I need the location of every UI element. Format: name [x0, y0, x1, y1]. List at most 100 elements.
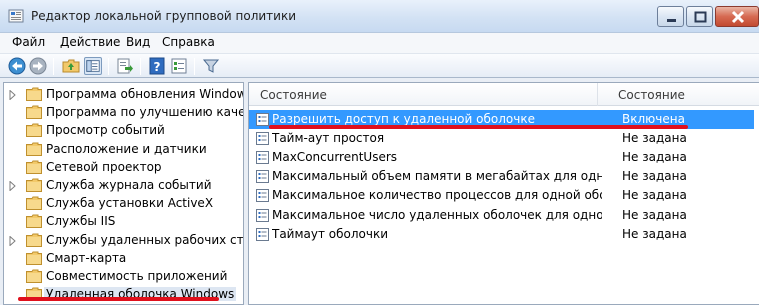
filter-icon[interactable]: [202, 57, 220, 75]
tree-item-label: Службы удаленных рабочих стол: [46, 232, 244, 247]
minimize-icon: [667, 19, 676, 22]
tree-item-label: Программа по улучшению каче: [46, 105, 244, 120]
group-policy-app-icon: [8, 9, 24, 23]
tree-item[interactable]: Удаленная оболочка Windows: [4, 284, 243, 304]
tree-item-label: Программа обновления Windows: [46, 87, 244, 101]
folder-icon: [26, 178, 42, 192]
menu-file[interactable]: Файл: [12, 35, 45, 49]
menu-help[interactable]: Справка: [162, 35, 215, 49]
tree-item-label: Смарт-карта: [46, 250, 127, 265]
tree-pane: Программа обновления Windows Программа по…: [3, 82, 244, 305]
expand-arrow-icon[interactable]: [9, 234, 17, 247]
folder-icon: [26, 233, 42, 247]
maximize-button[interactable]: [686, 6, 713, 27]
export-list-icon[interactable]: [116, 57, 134, 75]
tree-item-label: Службы IIS: [46, 214, 116, 229]
tree-item-label: Расположение и датчики: [46, 141, 207, 156]
folder-icon: [26, 87, 42, 101]
policy-state: Не задана: [622, 188, 687, 203]
policy-name: Максимальное количество процессов для од…: [272, 188, 602, 203]
policy-name: Разрешить доступ к удаленной оболочке: [272, 112, 535, 126]
toolbar-separator: [108, 58, 109, 75]
tree-item-label: Служба установки ActiveX: [46, 196, 214, 211]
tree-item[interactable]: Расположение и датчики: [4, 139, 243, 159]
show-hide-tree-icon[interactable]: [84, 57, 102, 75]
window-title: Редактор локальной групповой политики: [31, 9, 297, 23]
toolbar: ?: [0, 53, 759, 78]
folder-icon: [26, 269, 42, 283]
policy-row[interactable]: Максимальное число удаленных оболочек дл…: [249, 206, 754, 225]
column-divider[interactable]: [597, 83, 598, 106]
tree-item[interactable]: Служба журнала событий: [4, 175, 243, 195]
policy-state: Не задана: [622, 169, 687, 184]
policy-setting-icon: [256, 151, 269, 165]
policy-setting-icon: [256, 113, 269, 126]
folder-icon: [26, 160, 42, 174]
tree-item[interactable]: Просмотр событий: [4, 120, 243, 140]
up-folder-icon[interactable]: [62, 57, 80, 75]
policy-state: Не задана: [622, 150, 687, 165]
folder-icon: [26, 142, 42, 156]
minimize-button[interactable]: [657, 6, 684, 27]
policy-name: MaxConcurrentUsers: [272, 150, 398, 165]
tree-item[interactable]: Службы IIS: [4, 211, 243, 231]
help-icon[interactable]: ?: [148, 57, 166, 75]
policy-setting-icon: [256, 189, 269, 203]
folder-icon: [26, 123, 42, 138]
list-header: Состояние Состояние: [249, 83, 759, 106]
policy-row[interactable]: Максимальный объем памяти в мегабайтах д…: [249, 167, 754, 186]
policy-row[interactable]: Таймаут оболочки Не задана: [249, 225, 754, 244]
policy-name: Тайм-аут простоя: [272, 131, 385, 146]
policy-row[interactable]: Тайм-аут простоя Не задана: [249, 129, 754, 148]
column-header-state[interactable]: Состояние: [618, 88, 685, 102]
folder-icon: [26, 251, 42, 265]
tree-item[interactable]: Смарт-карта: [4, 248, 243, 268]
column-header-name[interactable]: Состояние: [260, 88, 327, 102]
svg-text:?: ?: [154, 60, 161, 74]
menu-view[interactable]: Вид: [126, 35, 150, 49]
tree-item[interactable]: Служба установки ActiveX: [4, 193, 243, 213]
policy-state: Не задана: [622, 131, 687, 146]
annotation-underline: [269, 125, 688, 129]
toolbar-separator: [140, 58, 141, 75]
tree-item-label: Совместимость приложений: [46, 269, 228, 283]
toolbar-separator: [53, 58, 54, 75]
menu-action[interactable]: Действие: [60, 35, 120, 49]
policy-list-pane: Состояние Состояние Разрешить доступ к у…: [248, 82, 759, 305]
tree-item-label: Сетевой проектор: [46, 159, 162, 174]
properties-icon[interactable]: [170, 57, 188, 75]
expand-arrow-icon[interactable]: [9, 180, 17, 192]
policy-state: Не задана: [622, 226, 687, 241]
policy-row[interactable]: MaxConcurrentUsers Не задана: [249, 148, 754, 167]
folder-icon: [26, 214, 42, 229]
menu-bar: Файл Действие Вид Справка: [0, 33, 759, 53]
policy-setting-icon: [256, 170, 269, 184]
back-icon[interactable]: [8, 57, 26, 75]
annotation-underline: [18, 297, 219, 301]
title-bar: Редактор локальной групповой политики: [0, 0, 759, 33]
folder-icon: [26, 196, 42, 211]
content-area: Программа обновления Windows Программа по…: [0, 78, 759, 305]
policy-state: Не задана: [622, 207, 687, 222]
tree-item-label: Просмотр событий: [46, 123, 165, 138]
tree-item[interactable]: Программа по улучшению каче: [4, 102, 244, 122]
folder-icon: [26, 105, 42, 120]
maximize-icon: [694, 11, 707, 23]
tree-item[interactable]: Службы удаленных рабочих стол: [4, 230, 244, 250]
expand-arrow-icon[interactable]: [9, 89, 17, 101]
policy-state: Включена: [622, 112, 685, 126]
close-button[interactable]: [715, 6, 759, 27]
policy-setting-icon: [256, 208, 269, 222]
tree-item[interactable]: Сетевой проектор: [4, 157, 243, 177]
tree-item-label: Служба журнала событий: [46, 178, 212, 192]
policy-name: Максимальное число удаленных оболочек дл…: [272, 207, 602, 222]
policy-setting-icon: [256, 227, 269, 241]
toolbar-separator: [194, 58, 195, 75]
policy-name: Таймаут оболочки: [272, 226, 389, 241]
tree-item[interactable]: Программа обновления Windows: [4, 84, 244, 104]
policy-setting-icon: [256, 132, 269, 146]
policy-name: Максимальный объем памяти в мегабайтах д…: [272, 169, 602, 184]
forward-icon[interactable]: [29, 57, 47, 75]
tree-item[interactable]: Совместимость приложений: [4, 266, 243, 286]
policy-row[interactable]: Максимальное количество процессов для од…: [249, 186, 754, 205]
